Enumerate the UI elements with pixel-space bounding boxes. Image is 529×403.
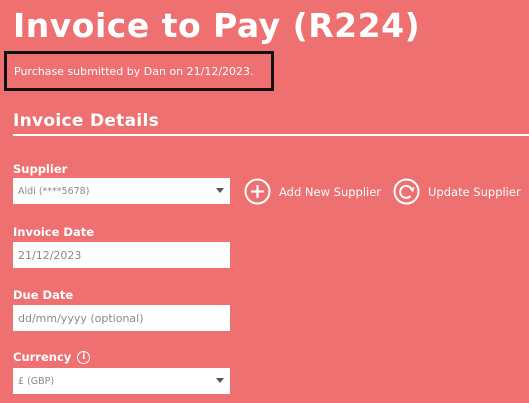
invoice-date-input[interactable] — [18, 242, 230, 268]
section-divider — [13, 134, 529, 136]
invoice-date-field-wrapper — [13, 242, 230, 268]
section-title: Invoice Details — [13, 111, 160, 131]
currency-label-text: Currency — [13, 350, 72, 364]
plus-circle-icon — [244, 178, 271, 205]
invoice-date-label: Invoice Date — [13, 225, 94, 239]
supplier-selected-value: Aldi (****5678) — [18, 185, 90, 197]
submission-note-highlight: Purchase submitted by Dan on 21/12/2023. — [4, 51, 274, 91]
update-supplier-label: Update Supplier — [428, 184, 521, 199]
due-date-label: Due Date — [13, 288, 73, 302]
due-date-field-wrapper — [13, 305, 230, 331]
supplier-label: Supplier — [13, 162, 67, 176]
update-supplier-button[interactable]: Update Supplier — [393, 178, 521, 205]
chevron-down-icon — [216, 188, 224, 193]
add-new-supplier-label: Add New Supplier — [279, 184, 382, 199]
info-icon[interactable]: i — [77, 350, 91, 364]
supplier-label-text: Supplier — [13, 162, 68, 176]
currency-selected-value: £ (GBP) — [18, 375, 55, 387]
currency-select[interactable]: £ (GBP) — [13, 368, 230, 394]
submission-note: Purchase submitted by Dan on 21/12/2023. — [14, 64, 254, 78]
refresh-circle-icon — [393, 178, 420, 205]
due-date-label-text: Due Date — [13, 288, 74, 302]
currency-label: Currency i — [13, 350, 91, 364]
page-title: Invoice to Pay (R224) — [13, 6, 421, 45]
supplier-select[interactable]: Aldi (****5678) — [13, 178, 230, 204]
due-date-input[interactable] — [18, 305, 230, 331]
invoice-date-label-text: Invoice Date — [13, 225, 95, 239]
chevron-down-icon — [216, 378, 224, 383]
add-new-supplier-button[interactable]: Add New Supplier — [244, 178, 381, 205]
